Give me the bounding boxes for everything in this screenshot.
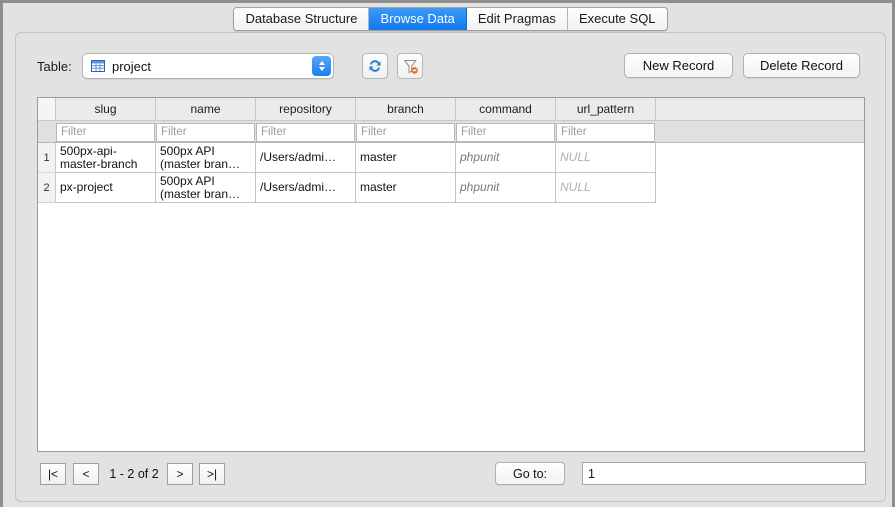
row-number[interactable]: 2 — [38, 173, 56, 203]
cell-url-pattern[interactable]: NULL — [556, 143, 656, 173]
goto-button[interactable]: Go to: — [495, 462, 565, 485]
cell-command[interactable]: phpunit — [456, 143, 556, 173]
chevron-updown-icon[interactable] — [312, 56, 331, 76]
cell-branch[interactable]: master — [356, 173, 456, 203]
column-header-command[interactable]: command — [456, 98, 556, 120]
filter-cell-repository — [256, 121, 356, 142]
filter-input-repository[interactable] — [256, 122, 355, 142]
table-select[interactable]: project — [82, 53, 334, 79]
browse-toolbar: Table: project New Record Delete Record — [16, 51, 887, 85]
clear-filters-button[interactable] — [397, 53, 423, 79]
tab-execute-sql[interactable]: Execute SQL — [567, 8, 667, 30]
cell-slug[interactable]: 500px-api- master-branch — [56, 143, 156, 173]
refresh-icon — [369, 60, 381, 72]
refresh-button[interactable] — [362, 53, 388, 79]
browse-data-panel: Table: project New Record Delete Record … — [15, 32, 886, 502]
delete-record-button[interactable]: Delete Record — [743, 53, 860, 78]
previous-page-button[interactable]: < — [73, 463, 99, 485]
grid-empty-area — [38, 203, 864, 451]
tab-browse-data[interactable]: Browse Data — [369, 8, 467, 30]
pagination-bar: |< < 1 - 2 of 2 > >| Go to: — [16, 461, 887, 491]
grid-filter-row — [38, 121, 864, 143]
header-filler — [656, 98, 864, 120]
cell-slug[interactable]: px-project — [56, 173, 156, 203]
first-page-button[interactable]: |< — [40, 463, 66, 485]
application-window: Database Structure Browse Data Edit Prag… — [0, 0, 895, 507]
goto-input[interactable] — [582, 462, 866, 485]
filter-filler — [656, 121, 864, 142]
column-header-url-pattern[interactable]: url_pattern — [556, 98, 656, 120]
database-table-icon — [91, 60, 105, 72]
filter-input-url-pattern[interactable] — [556, 122, 655, 142]
page-status-label: 1 - 2 of 2 — [109, 467, 159, 481]
grid-corner-cell — [38, 98, 56, 120]
data-grid: slug name repository branch command url_… — [37, 97, 865, 452]
table-row[interactable]: 1 500px-api- master-branch 500px API (ma… — [38, 143, 864, 173]
filter-cell-branch — [356, 121, 456, 142]
last-page-button[interactable]: >| — [199, 463, 225, 485]
row-filler — [656, 143, 864, 173]
next-page-button[interactable]: > — [167, 463, 193, 485]
cell-name[interactable]: 500px API (master bran… — [156, 173, 256, 203]
filter-cell-name — [156, 121, 256, 142]
filter-input-branch[interactable] — [356, 122, 455, 142]
filter-cell-url-pattern — [556, 121, 656, 142]
cell-repository[interactable]: /Users/admi… — [256, 173, 356, 203]
tab-bar: Database Structure Browse Data Edit Prag… — [3, 7, 895, 37]
cell-branch[interactable]: master — [356, 143, 456, 173]
column-header-repository[interactable]: repository — [256, 98, 356, 120]
table-row[interactable]: 2 px-project 500px API (master bran… /Us… — [38, 173, 864, 203]
table-label: Table: — [37, 59, 72, 74]
tab-group: Database Structure Browse Data Edit Prag… — [233, 7, 668, 31]
column-header-slug[interactable]: slug — [56, 98, 156, 120]
filter-corner-cell — [38, 121, 56, 142]
table-select-value: project — [112, 58, 152, 74]
row-filler — [656, 173, 864, 203]
filter-input-name[interactable] — [156, 122, 255, 142]
column-header-branch[interactable]: branch — [356, 98, 456, 120]
filter-input-slug[interactable] — [56, 122, 155, 142]
cell-name[interactable]: 500px API (master bran… — [156, 143, 256, 173]
row-number[interactable]: 1 — [38, 143, 56, 173]
clear-filter-icon — [403, 59, 418, 74]
cell-repository[interactable]: /Users/admi… — [256, 143, 356, 173]
tab-edit-pragmas[interactable]: Edit Pragmas — [466, 8, 568, 30]
new-record-button[interactable]: New Record — [624, 53, 733, 78]
cell-command[interactable]: phpunit — [456, 173, 556, 203]
column-header-name[interactable]: name — [156, 98, 256, 120]
cell-url-pattern[interactable]: NULL — [556, 173, 656, 203]
tab-database-structure[interactable]: Database Structure — [234, 8, 370, 30]
grid-header-row: slug name repository branch command url_… — [38, 98, 864, 121]
filter-cell-command — [456, 121, 556, 142]
filter-cell-slug — [56, 121, 156, 142]
filter-input-command[interactable] — [456, 122, 555, 142]
